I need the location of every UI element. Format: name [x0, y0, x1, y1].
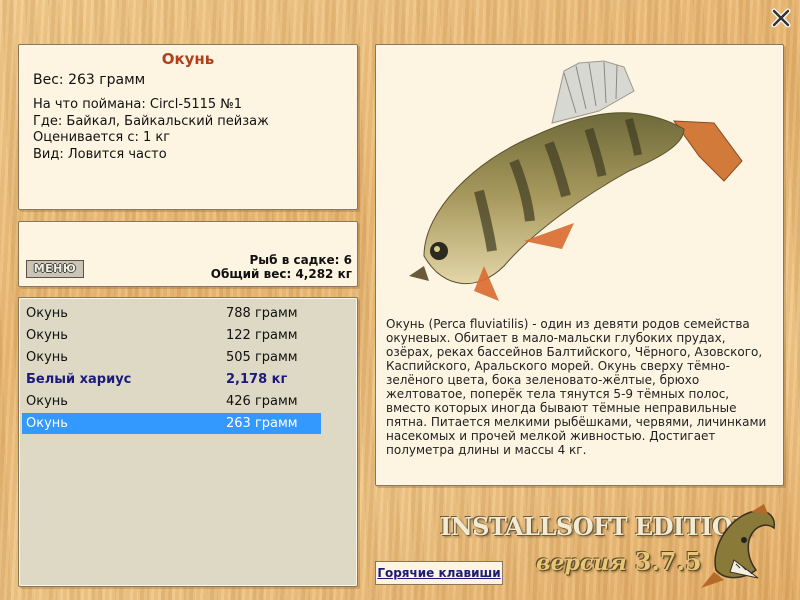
list-item-weight: 505 грамм: [226, 350, 298, 365]
fish-detail-panel: Окунь (Perca fluviatilis) - один из девя…: [375, 44, 784, 486]
list-item[interactable]: Окунь 788 грамм: [22, 303, 321, 324]
list-item-selected[interactable]: Окунь 263 грамм: [22, 413, 321, 434]
list-item-name: Окунь: [26, 350, 68, 365]
version-word: версия: [536, 550, 627, 576]
menu-button[interactable]: МЕНЮ: [26, 260, 84, 278]
hotkeys-link[interactable]: Горячие клавиши: [375, 561, 503, 585]
list-item-name: Окунь: [26, 328, 68, 343]
close-icon[interactable]: [771, 8, 791, 28]
list-item-name: Окунь: [26, 306, 68, 321]
list-item[interactable]: Окунь 426 грамм: [22, 391, 321, 412]
fish-bait: На что поймана: Circl-5115 №1: [33, 97, 243, 112]
fish-value: Оценивается с: 1 кг: [33, 130, 171, 145]
list-item-name: Белый хариус: [26, 372, 132, 387]
stats-panel: МЕНЮ Рыб в садке: 6 Общий вес: 4,282 кг: [18, 221, 358, 287]
list-item-weight: 788 грамм: [226, 306, 298, 321]
list-item[interactable]: Окунь 122 грамм: [22, 325, 321, 346]
list-item[interactable]: Белый хариус 2,178 кг: [22, 369, 321, 390]
list-item-weight: 426 грамм: [226, 394, 298, 409]
fish-info-panel: Окунь Вес: 263 грамм На что поймана: Cir…: [18, 44, 358, 210]
list-item-name: Окунь: [26, 416, 68, 431]
fish-location: Где: Байкал, Байкальский пейзаж: [33, 113, 269, 129]
catch-list: Окунь 788 грамм Окунь 122 грамм Окунь 50…: [18, 297, 358, 587]
fish-title: Окунь: [161, 50, 215, 68]
total-weight: Общий вес: 4,282 кг: [210, 267, 352, 281]
fish-weight: Вес: 263 грамм: [33, 72, 146, 88]
list-item-weight: 263 грамм: [226, 416, 298, 431]
version-number: 3.7.5: [634, 547, 702, 576]
perch-image: [409, 60, 743, 301]
list-item[interactable]: Окунь 505 грамм: [22, 347, 321, 368]
fish-count: Рыб в садке: 6: [249, 253, 353, 267]
version-label: версия 3.7.5: [536, 547, 702, 576]
pike-logo-icon: [701, 504, 775, 588]
fish-description: Окунь (Perca fluviatilis) - один из девя…: [386, 317, 767, 457]
list-item-weight: 122 грамм: [226, 328, 298, 343]
list-item-name: Окунь: [26, 394, 68, 409]
list-item-weight: 2,178 кг: [226, 372, 288, 387]
fish-kind: Вид: Ловится часто: [33, 146, 167, 162]
